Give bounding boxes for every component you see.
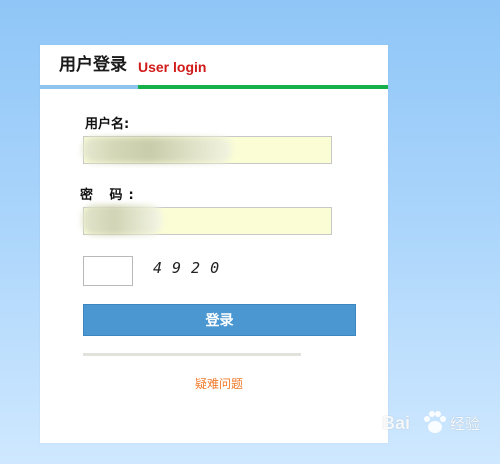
login-title: 用户登录 [59, 55, 127, 75]
login-button[interactable]: 登录 [83, 304, 356, 336]
login-header: 用户登录 User login [40, 45, 388, 89]
username-label: 用户名: [85, 117, 130, 132]
username-blurred-value [82, 137, 232, 163]
captcha-input[interactable] [83, 256, 133, 286]
login-subtitle: User login [138, 59, 207, 75]
header-accent-bar-green [138, 85, 388, 89]
paw-icon [424, 411, 446, 433]
baidu-jingyan-watermark: Bai 经验 [380, 408, 498, 440]
password-label: 密 码: [80, 188, 140, 203]
watermark-logo-text: Bai [382, 413, 411, 433]
captcha-code[interactable]: 4920 [153, 259, 229, 277]
watermark-suffix: 经验 [450, 415, 481, 433]
login-panel: 用户登录 User login 用户名: 密 码: 4920 登录 疑难问题 [40, 45, 388, 443]
help-link[interactable]: 疑难问题 [195, 376, 243, 392]
password-blurred-value [82, 205, 162, 235]
header-accent-bar-blue [40, 85, 138, 89]
divider [83, 353, 301, 356]
